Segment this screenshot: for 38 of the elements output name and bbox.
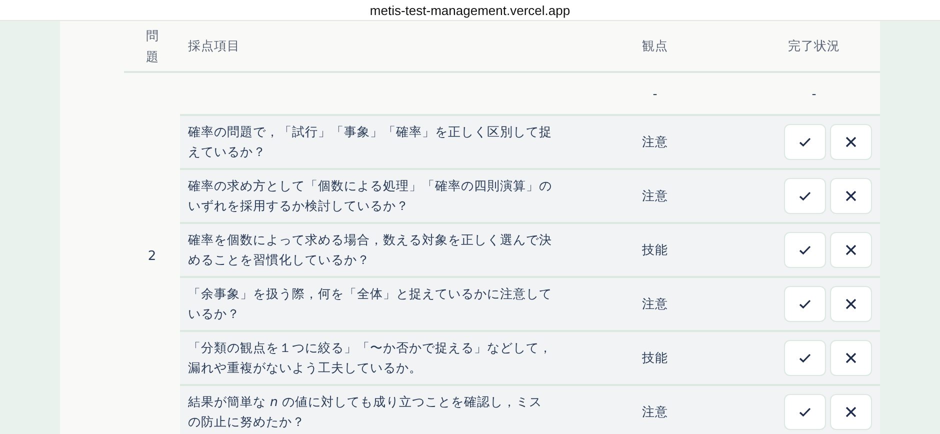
check-icon [798,135,812,149]
check-icon [798,189,812,203]
scoring-item: 確率の問題で，「試行」「事象」「確率」を正しく区別して捉えているか？ [188,124,552,159]
close-icon [845,190,857,202]
status-text: - [812,86,816,100]
incomplete-button[interactable] [830,178,872,214]
close-icon [845,136,857,148]
viewpoint-text: 注意 [642,296,668,311]
close-icon [845,406,857,418]
scoring-item: 「分類の観点を１つに絞る」「〜か否かで捉える」などして，漏れや重複がないよう工夫しているか。 [188,340,552,375]
incomplete-button[interactable] [830,124,872,160]
scoring-item: 「余事象」を扱う際，何を「全体」と捉えているかに注意しているか？ [188,286,552,321]
check-icon [798,243,812,257]
incomplete-button[interactable] [830,286,872,322]
column-header: 問題 [146,26,158,66]
problem-number: 2 [148,248,156,264]
check-icon [798,405,812,419]
viewpoint-text: 技能 [642,242,668,257]
close-icon [845,298,857,310]
close-icon [845,352,857,364]
close-icon [845,244,857,256]
check-icon [798,297,812,311]
column-header: 完了状況 [788,38,840,54]
viewpoint-text: - [652,86,658,100]
viewpoint-text: 注意 [642,404,668,419]
viewpoint-text: 注意 [642,188,668,203]
check-icon [798,351,812,365]
viewpoint-text: 注意 [642,134,668,149]
url-text: metis-test-management.vercel.app [370,2,570,18]
scoring-item: 確率を個数によって求める場合，数える対象を正しく選んで決めることを習慣化しているか？ [188,232,552,267]
viewpoint-text: 技能 [642,350,668,365]
column-header: 観点 [642,38,668,54]
incomplete-button[interactable] [830,232,872,268]
scoring-item: 結果が簡単な n の値に対しても成り立つことを確認し，ミスの防止に努めたか？ [188,394,542,429]
incomplete-button[interactable] [830,340,872,376]
incomplete-button[interactable] [830,394,872,430]
column-header: 採点項目 [188,38,240,54]
scoring-item: 確率の求め方として「個数による処理」「確率の四則演算」のいずれを採用するか検討しているか？ [188,178,552,213]
